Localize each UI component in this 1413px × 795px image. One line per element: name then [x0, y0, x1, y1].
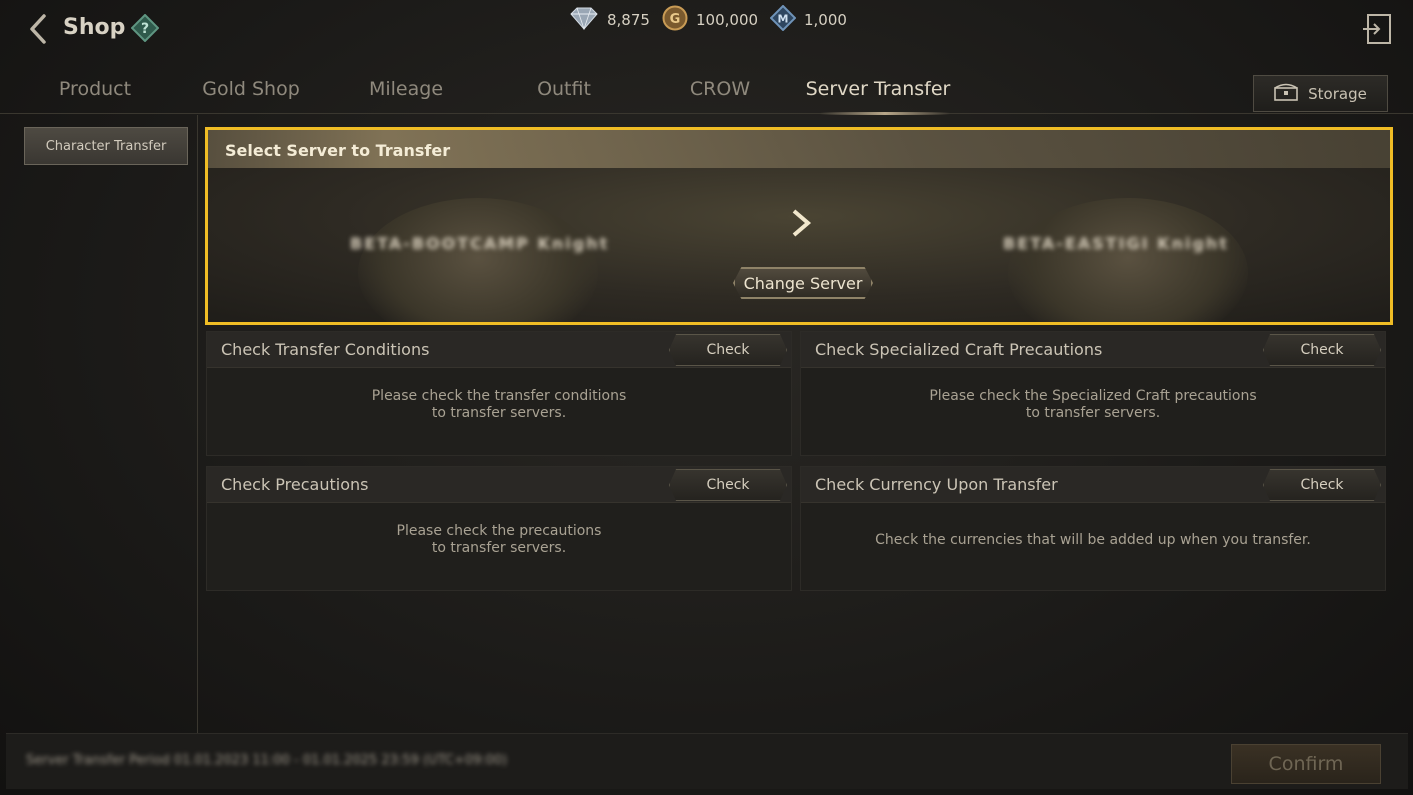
description-line-2: to transfer servers. [1025, 405, 1161, 421]
mileage-amount: 1,000 [804, 11, 847, 29]
svg-text:M: M [778, 13, 789, 26]
card-title: Check Currency Upon Transfer [815, 475, 1058, 494]
description-line-1: Please check the Specialized Craft preca… [929, 388, 1257, 404]
description-line-1: Please check the transfer conditions [371, 388, 627, 404]
check-currency-button[interactable]: Check [1263, 469, 1381, 501]
select-server-panel: Select Server to Transfer BETA-BOOTCAMP … [205, 127, 1393, 325]
tab-server-transfer[interactable]: Server Transfer [796, 78, 960, 100]
craft-precautions-card: Check Specialized Craft Precautions Chec… [800, 331, 1386, 456]
gold-currency: G 100,000 [662, 5, 759, 35]
active-tab-indicator [820, 112, 950, 115]
chevron-right-icon [788, 208, 816, 238]
diamond-currency: 8,875 [569, 6, 650, 34]
precautions-card: Check Precautions Check Please check the… [206, 466, 792, 591]
svg-text:G: G [670, 12, 681, 27]
storage-label: Storage [1308, 84, 1367, 103]
tab-gold-shop[interactable]: Gold Shop [190, 78, 312, 100]
page-title: Shop [63, 15, 126, 40]
back-arrow-icon[interactable] [26, 12, 52, 46]
card-description: Please check the Specialized Craft preca… [801, 388, 1385, 422]
panel-title: Select Server to Transfer [225, 141, 451, 160]
card-title: Check Specialized Craft Precautions [815, 340, 1103, 359]
diamond-amount: 8,875 [607, 11, 650, 29]
card-description: Check the currencies that will be added … [801, 532, 1385, 549]
exit-icon[interactable] [1362, 13, 1392, 45]
check-craft-precautions-button[interactable]: Check [1263, 334, 1381, 366]
footer-bar: Server Transfer Period 01.01.2023 11:00 … [6, 733, 1408, 789]
to-server-emblem [1008, 198, 1248, 322]
from-server-name: BETA-BOOTCAMP Knight [350, 234, 610, 253]
transfer-conditions-card: Check Transfer Conditions Check Please c… [206, 331, 792, 456]
chest-icon [1274, 83, 1298, 105]
change-server-button[interactable]: Change Server [733, 267, 873, 299]
gold-amount: 100,000 [696, 11, 759, 29]
from-server-emblem [358, 198, 598, 322]
description-line-2: to transfer servers. [431, 540, 567, 556]
mileage-currency: M 1,000 [769, 4, 847, 35]
currency-transfer-card: Check Currency Upon Transfer Check Check… [800, 466, 1386, 591]
diamond-icon [569, 6, 599, 34]
card-description: Please check the precautions to transfer… [207, 523, 791, 557]
card-description: Please check the transfer conditions to … [207, 388, 791, 422]
sidebar-item-character-transfer[interactable]: Character Transfer [24, 127, 188, 165]
gold-coin-icon: G [662, 5, 688, 35]
svg-text:?: ? [141, 21, 149, 37]
help-icon[interactable]: ? [130, 13, 160, 43]
mileage-icon: M [769, 4, 797, 35]
to-server-name: BETA-EASTIGI Knight [1003, 234, 1229, 253]
card-title: Check Precautions [221, 475, 369, 494]
tab-product[interactable]: Product [40, 78, 150, 100]
storage-button[interactable]: Storage [1253, 75, 1388, 112]
transfer-period-note: Server Transfer Period 01.01.2023 11:00 … [26, 753, 508, 768]
description-line-2: to transfer servers. [431, 405, 567, 421]
description-line-1: Check the currencies that will be added … [875, 532, 1311, 548]
check-transfer-conditions-button[interactable]: Check [669, 334, 787, 366]
tab-outfit[interactable]: Outfit [510, 78, 618, 100]
sidebar: Character Transfer [0, 115, 198, 735]
confirm-button[interactable]: Confirm [1231, 744, 1381, 784]
card-title: Check Transfer Conditions [221, 340, 430, 359]
top-bar: Shop ? 8,875 G 100,000 M 1,000 [0, 0, 1413, 60]
tab-crow[interactable]: CROW [670, 78, 770, 100]
check-precautions-button[interactable]: Check [669, 469, 787, 501]
tab-bar: Product Gold Shop Mileage Outfit CROW Se… [0, 68, 1413, 115]
description-line-1: Please check the precautions [396, 523, 602, 539]
tab-mileage[interactable]: Mileage [350, 78, 462, 100]
